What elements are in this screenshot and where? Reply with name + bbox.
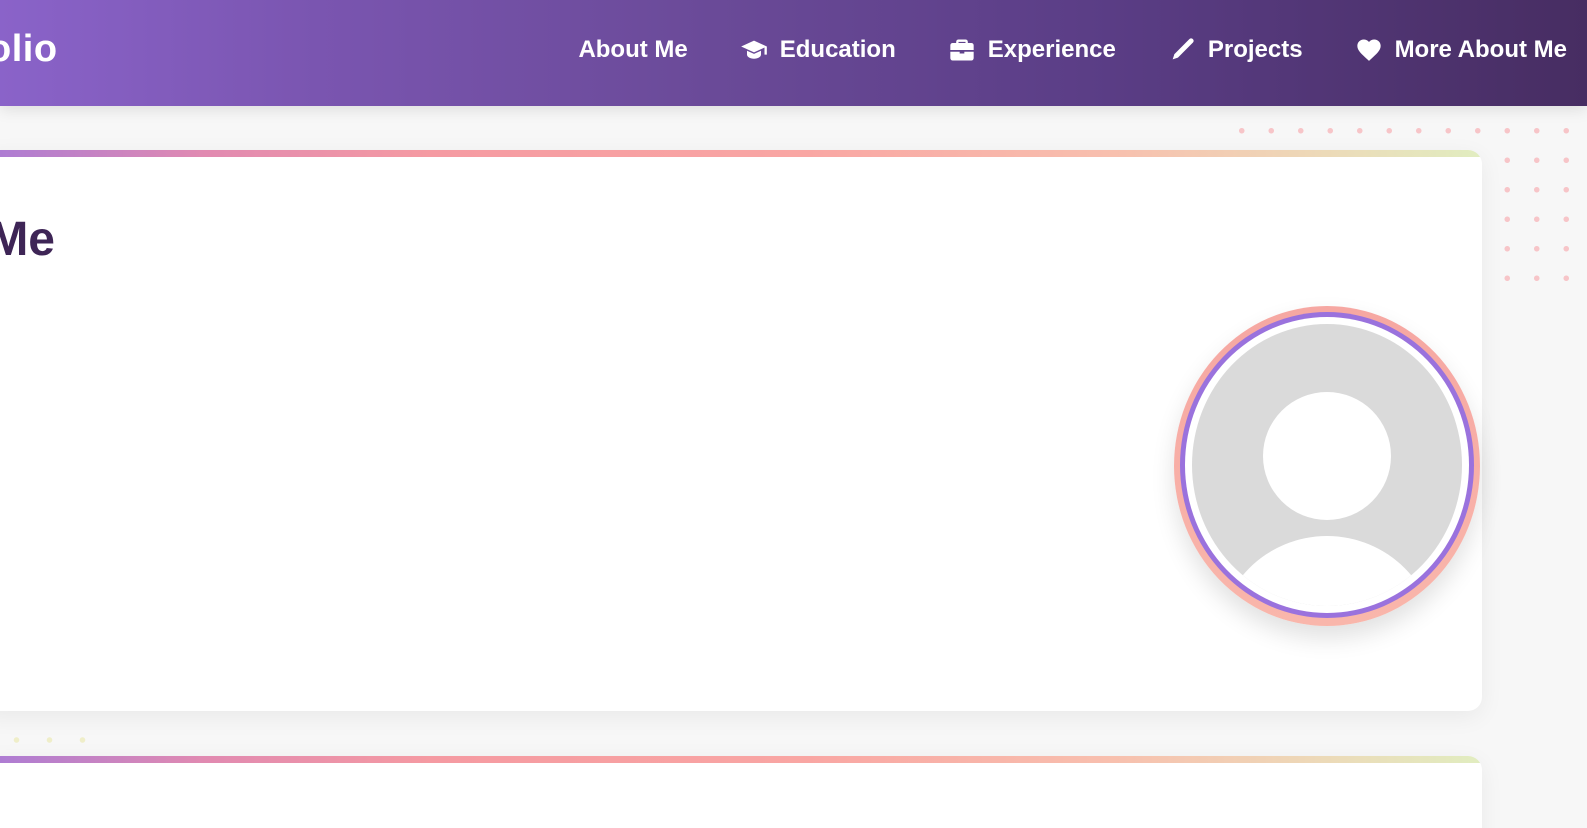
nav-experience-label: Experience — [987, 36, 1116, 63]
avatar-body-shape — [1217, 536, 1437, 606]
profile-avatar — [1174, 306, 1480, 626]
avatar-inner-border — [1185, 317, 1469, 613]
nav-about-me-label: About Me — [578, 36, 688, 63]
nav-projects[interactable]: Projects — [1168, 36, 1303, 64]
avatar-ring — [1180, 312, 1474, 618]
card-accent-bar — [0, 150, 1482, 157]
avatar-placeholder-icon — [1192, 324, 1462, 606]
nav-education-label: Education — [779, 36, 896, 63]
site-brand[interactable]: olio — [0, 24, 58, 74]
next-section-card — [0, 756, 1482, 828]
nav-experience[interactable]: Experience — [948, 36, 1116, 64]
nav-education[interactable]: Education — [740, 36, 896, 64]
graduation-cap-icon — [740, 36, 768, 64]
page: olio About Me Education Experience — [0, 0, 1587, 828]
heart-icon — [1355, 36, 1383, 64]
nav-projects-label: Projects — [1207, 36, 1303, 63]
about-me-heading: t Me — [0, 213, 55, 266]
nav-more-about-me-label: More About Me — [1394, 36, 1567, 63]
main-nav: About Me Education Experience Projects M… — [578, 26, 1567, 74]
briefcase-icon — [948, 36, 976, 64]
decorative-dots-bottom-left — [0, 725, 90, 755]
card-accent-bar — [0, 756, 1482, 763]
nav-about-me[interactable]: About Me — [578, 36, 687, 64]
avatar-head-shape — [1263, 392, 1391, 520]
nav-more-about-me[interactable]: More About Me — [1355, 36, 1567, 64]
navbar: olio About Me Education Experience — [0, 0, 1587, 106]
pencil-icon — [1168, 36, 1196, 64]
